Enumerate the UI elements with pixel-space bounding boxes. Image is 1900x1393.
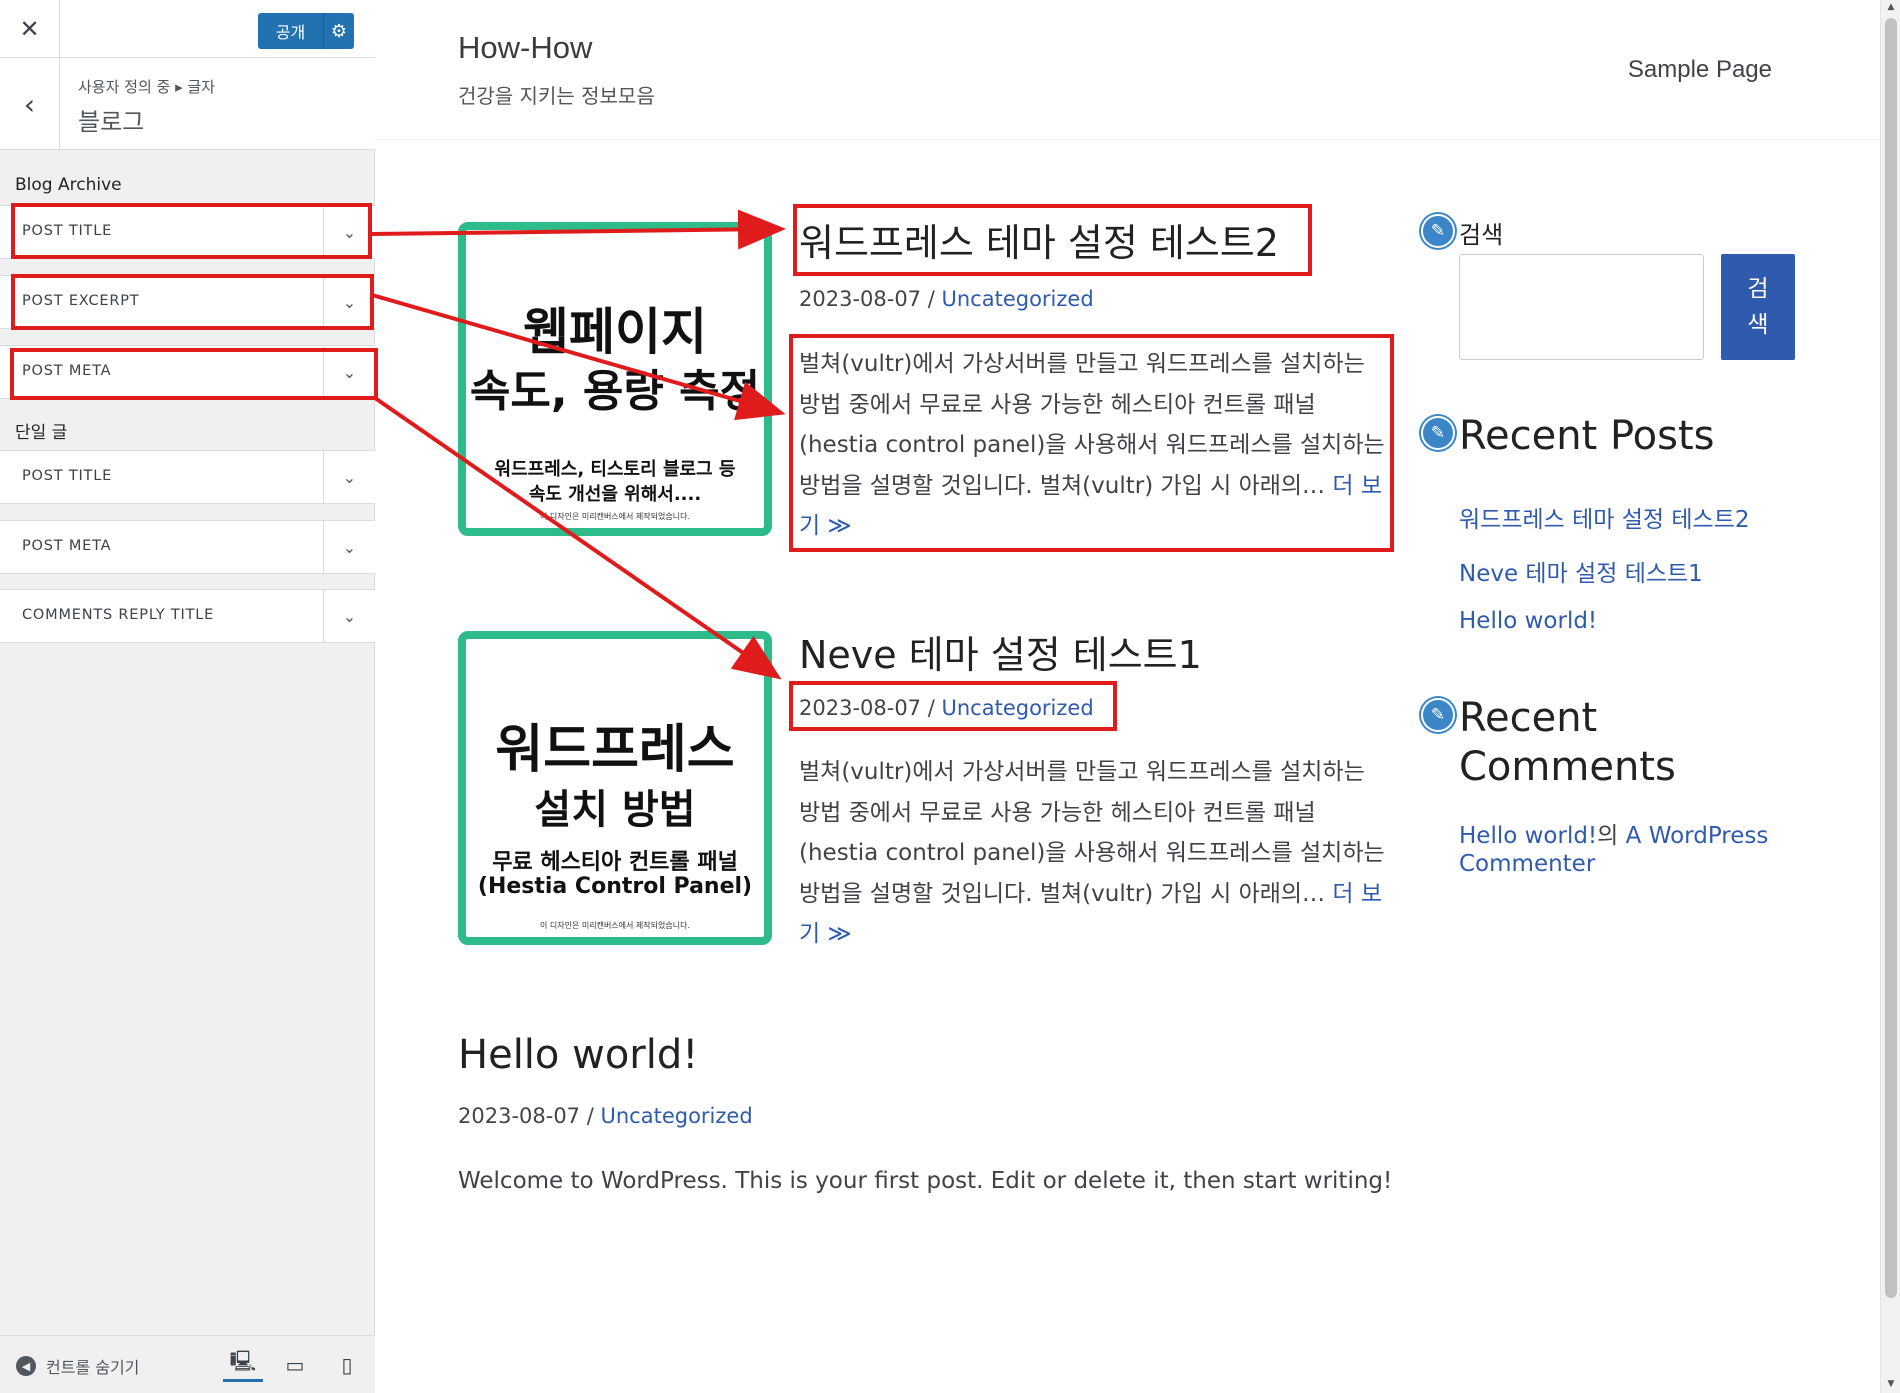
recent-comment: Hello world!의 A WordPress Commenter	[1459, 822, 1789, 878]
customizer-header: ✕ 공개 ⚙	[0, 0, 375, 58]
control-archive-post-title[interactable]: POST TITLE ⌄	[0, 205, 375, 259]
post-date: 2023-08-07	[458, 1104, 581, 1128]
post-meta: 2023-08-07 / Uncategorized	[458, 1104, 753, 1128]
tablet-preview-button[interactable]: ▭	[275, 1348, 315, 1382]
hide-controls-label: 컨트롤 숨기기	[46, 1358, 140, 1377]
post-meta: 2023-08-07 / Uncategorized	[799, 287, 1094, 311]
search-input[interactable]	[1459, 254, 1704, 360]
desktop-icon: 🖳	[229, 1348, 257, 1373]
recent-post-link[interactable]: Neve 테마 설정 테스트1	[1459, 554, 1703, 588]
search-button[interactable]: 검색	[1721, 254, 1795, 360]
pencil-icon[interactable]: ✎	[1421, 698, 1455, 732]
publish-button[interactable]: 공개	[258, 13, 324, 49]
control-archive-post-meta[interactable]: POST META ⌄	[0, 345, 375, 399]
post-excerpt: 벌쳐(vultr)에서 가상서버를 만들고 워드프레스를 설치하는 방법 중에서…	[799, 752, 1389, 955]
chevron-left-icon: ‹	[23, 87, 36, 121]
post-excerpt: 벌쳐(vultr)에서 가상서버를 만들고 워드프레스를 설치하는 방법 중에서…	[799, 344, 1389, 547]
thumbnail-heading: 설치 방법	[534, 787, 696, 833]
blog-archive-label: Blog Archive	[15, 175, 122, 195]
thumbnail-subtext: 속도 개선을 위해서....	[528, 484, 702, 505]
breadcrumb: 사용자 정의 중 ▸ 글자	[78, 78, 216, 96]
chevron-down-icon[interactable]: ⌄	[323, 276, 375, 328]
search-button-label: 검색	[1747, 276, 1769, 338]
post-date: 2023-08-07	[799, 287, 922, 311]
thumbnail-subtext: 무료 헤스티아 컨트롤 패널	[492, 850, 738, 875]
section-title: 블로그	[78, 108, 145, 136]
gear-icon: ⚙	[330, 20, 348, 42]
thumbnail-credit: 이 디자인은 미리캔버스에서 제작되었습니다.	[539, 512, 690, 521]
pencil-icon[interactable]: ✎	[1421, 214, 1455, 248]
site-tagline: 건강을 지키는 정보모음	[458, 84, 655, 108]
tablet-icon: ▭	[285, 1353, 305, 1377]
excerpt-text: 벌쳐(vultr)에서 가상서버를 만들고 워드프레스를 설치하는 방법 중에서…	[799, 759, 1385, 907]
scroll-up-icon[interactable]: ▲	[1885, 2, 1897, 14]
search-widget-title: 검색	[1459, 221, 1504, 249]
post-meta: 2023-08-07 / Uncategorized	[799, 696, 1094, 720]
scroll-thumb[interactable]	[1885, 18, 1897, 1298]
publish-group: 공개 ⚙	[258, 13, 354, 49]
customizer-footer: ◀ 컨트롤 숨기기 🖳 ▭ ▯	[0, 1335, 375, 1393]
comment-connector: 의	[1597, 823, 1619, 849]
control-single-post-meta[interactable]: POST META ⌄	[0, 520, 375, 574]
meta-separator: /	[927, 287, 935, 311]
recent-comments-title: Recent Comments	[1459, 695, 1676, 790]
control-label: POST META	[22, 538, 112, 554]
thumbnail-heading: 웹페이지	[523, 303, 707, 361]
scroll-down-icon[interactable]: ▼	[1885, 1379, 1897, 1391]
meta-separator: /	[927, 696, 935, 720]
control-label: POST TITLE	[22, 468, 113, 484]
nav-sample-page-link[interactable]: Sample Page	[1628, 56, 1772, 84]
thumbnail-subtext: 워드프레스, 티스토리 블로그 등	[494, 459, 736, 480]
close-icon: ✕	[19, 15, 40, 43]
control-label: POST TITLE	[22, 223, 113, 239]
site-header: How-How 건강을 지키는 정보모음 Sample Page	[375, 0, 1880, 140]
category-link[interactable]: Uncategorized	[601, 1104, 753, 1128]
post-thumbnail[interactable]: 워드프레스 설치 방법 무료 헤스티아 컨트롤 패널 (Hestia Contr…	[458, 631, 772, 945]
control-label: COMMENTS REPLY TITLE	[22, 607, 215, 623]
meta-separator: /	[586, 1104, 594, 1128]
control-label: POST EXCERPT	[22, 293, 140, 309]
recent-posts-title: Recent Posts	[1459, 413, 1715, 459]
post-date: 2023-08-07	[799, 696, 922, 720]
customizer-sidebar: ✕ 공개 ⚙ ‹ 사용자 정의 중 ▸ 글자 블로그 Blog Archive …	[0, 0, 375, 1393]
hide-controls-button[interactable]: ◀ 컨트롤 숨기기	[16, 1354, 139, 1378]
post-title-link[interactable]: Hello world!	[458, 1032, 698, 1078]
chevron-down-icon[interactable]: ⌄	[323, 451, 375, 503]
post-title-link[interactable]: 워드프레스 테마 설정 테스트2	[799, 212, 1279, 267]
thumbnail-heading: 워드프레스	[495, 720, 735, 780]
mobile-preview-button[interactable]: ▯	[327, 1348, 367, 1382]
thumbnail-subtext: (Hestia Control Panel)	[477, 874, 753, 899]
recent-post-link[interactable]: Hello world!	[1459, 608, 1597, 634]
post-excerpt: Welcome to WordPress. This is your first…	[458, 1168, 1393, 1194]
control-comments-reply-title[interactable]: COMMENTS REPLY TITLE ⌄	[0, 589, 375, 643]
recent-post-link[interactable]: 워드프레스 테마 설정 테스트2	[1459, 500, 1750, 534]
mobile-icon: ▯	[341, 1353, 353, 1377]
comment-post-link[interactable]: Hello world!	[1459, 823, 1597, 849]
section-header: ‹ 사용자 정의 중 ▸ 글자 블로그	[0, 58, 375, 150]
chevron-down-icon[interactable]: ⌄	[323, 521, 375, 573]
preview-scrollbar[interactable]: ▲ ▼	[1880, 0, 1900, 1393]
control-single-post-title[interactable]: POST TITLE ⌄	[0, 450, 375, 504]
control-label: POST META	[22, 363, 112, 379]
chevron-down-icon[interactable]: ⌄	[323, 206, 375, 258]
site-preview: How-How 건강을 지키는 정보모음 Sample Page 웹페이지 속도…	[375, 0, 1880, 1393]
chevron-down-icon[interactable]: ⌄	[323, 346, 375, 398]
chevron-down-icon[interactable]: ⌄	[323, 590, 375, 642]
post-title-link[interactable]: Neve 테마 설정 테스트1	[799, 624, 1202, 679]
category-link[interactable]: Uncategorized	[942, 696, 1094, 720]
control-archive-post-excerpt[interactable]: POST EXCERPT ⌄	[0, 275, 375, 329]
collapse-icon: ◀	[16, 1356, 36, 1376]
site-title[interactable]: How-How	[458, 30, 592, 66]
desktop-preview-button[interactable]: 🖳	[223, 1348, 263, 1382]
excerpt-text: 벌쳐(vultr)에서 가상서버를 만들고 워드프레스를 설치하는 방법 중에서…	[799, 351, 1385, 499]
close-customizer-button[interactable]: ✕	[0, 0, 60, 58]
category-link[interactable]: Uncategorized	[942, 287, 1094, 311]
pencil-icon[interactable]: ✎	[1421, 416, 1455, 450]
single-post-label: 단일 글	[15, 423, 68, 443]
publish-settings-button[interactable]: ⚙	[324, 13, 354, 49]
post-thumbnail[interactable]: 웹페이지 속도, 용량 측정 워드프레스, 티스토리 블로그 등 속도 개선을 …	[458, 222, 772, 536]
thumbnail-heading: 속도, 용량 측정	[469, 366, 761, 417]
back-button[interactable]: ‹	[0, 58, 60, 150]
thumbnail-credit: 이 디자인은 미리캔버스에서 제작되었습니다.	[539, 921, 690, 930]
